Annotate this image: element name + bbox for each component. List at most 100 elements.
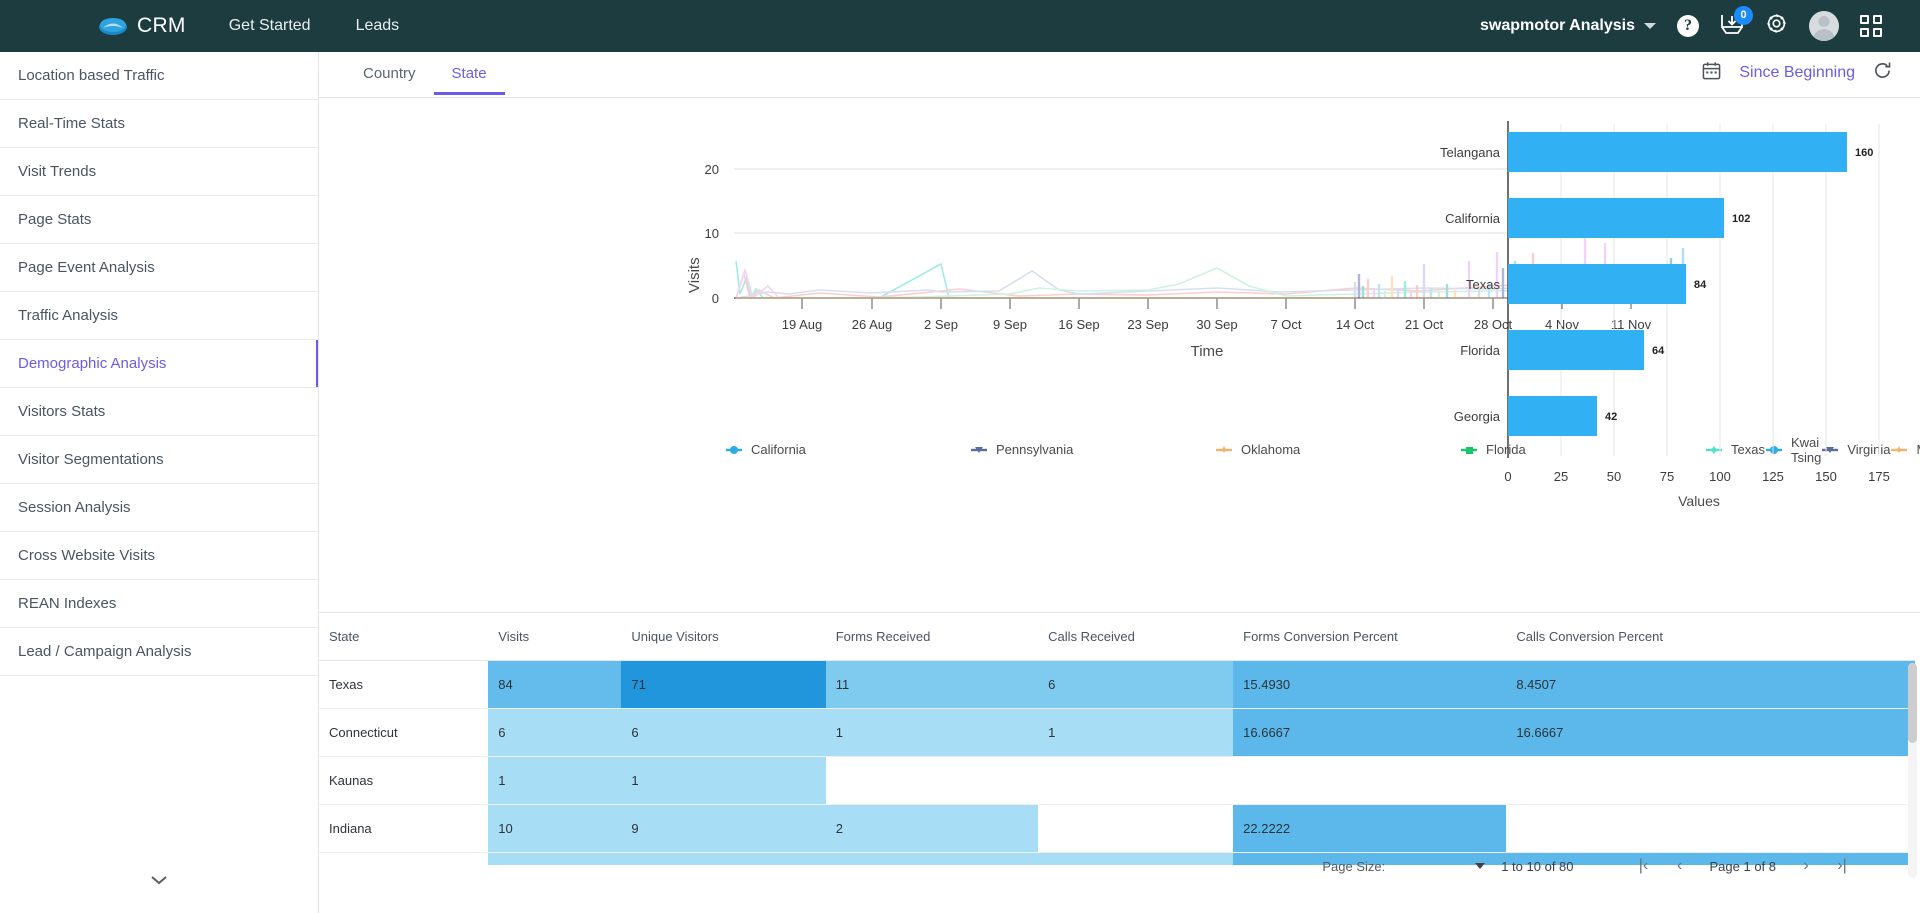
table-row[interactable]: Connecticut 6 6 1 1 16.6667 16.6667 [319,708,1915,757]
sidebar-item-traffic-analysis[interactable]: Traffic Analysis [0,292,318,340]
sidebar-item-session-analysis[interactable]: Session Analysis [0,484,318,532]
table-row[interactable]: Kaunas 1 1 [319,756,1915,805]
cell-state: Indiana [319,804,489,853]
sidebar-item-cross-website-visits[interactable]: Cross Website Visits [0,532,318,580]
sidebar-item-demographic-analysis[interactable]: Demographic Analysis [0,340,318,388]
cell-forms-received: 2 [825,804,1039,853]
workspace-name: swapmotor Analysis [1479,17,1635,34]
bar-value: 102 [1732,213,1750,225]
sidebar-item-page-event-analysis[interactable]: Page Event Analysis [0,244,318,292]
avatar[interactable] [1809,11,1839,41]
cell-calls-conversion-percent [1506,804,1915,853]
page-indicator: Page 1 of 8 [1709,858,1777,874]
app-grid-icon[interactable] [1860,15,1882,37]
sidebar-item-lead-campaign-analysis[interactable]: Lead / Campaign Analysis [0,628,318,676]
sidebar-item-label: Real-Time Stats [18,115,125,132]
prev-page-icon[interactable]: ‹ [1662,857,1698,875]
brand[interactable]: CRM [98,14,186,38]
chevron-down-icon [1644,23,1656,29]
sidebar-item-visitor-segmentations[interactable]: Visitor Segmentations [0,436,318,484]
x-tick: 2 Sep [924,317,958,332]
col-unique-visitors[interactable]: Unique Visitors [621,613,826,661]
bar-value: 160 [1855,147,1873,159]
sidebar-item-rean-indexes[interactable]: REAN Indexes [0,580,318,628]
sidebar-item-visit-trends[interactable]: Visit Trends [0,148,318,196]
page-size-select[interactable] [1395,855,1491,877]
chevron-down-icon [1475,863,1486,869]
col-forms-received[interactable]: Forms Received [825,613,1039,661]
col-visits[interactable]: Visits [488,613,622,661]
cell-forms-received: 1 [825,708,1039,757]
table-body: Texas 84 71 11 6 15.4930 8.4507 Connecti… [319,660,1915,865]
primary-nav: Get Started Leads [229,17,399,35]
next-page-icon[interactable]: › [1788,857,1824,875]
table-row[interactable]: Indiana 10 9 2 22.2222 [319,804,1915,853]
sidebar-item-label: Page Stats [18,211,92,228]
x-tick: 30 Sep [1196,317,1237,332]
sidebar-expand-button[interactable] [0,873,318,891]
cell-unique-visitors: 71 [621,660,826,709]
sidebar-item-label: Demographic Analysis [18,355,167,372]
top-navigation-bar: CRM Get Started Leads swapmotor Analysis… [0,0,1920,52]
bar-california [1508,198,1724,238]
sidebar-item-page-stats[interactable]: Page Stats [0,196,318,244]
sidebar-item-visitors-stats[interactable]: Visitors Stats [0,388,318,436]
bar-x-tick: 25 [1554,469,1568,484]
calendar-icon[interactable] [1702,61,1721,85]
sidebar-item-label: Page Event Analysis [18,259,155,276]
state-metrics-table: State Visits Unique Visitors Forms Recei… [319,612,1920,878]
sidebar-item-label: Location based Traffic [18,67,165,84]
bar-category: California [1445,211,1501,226]
cell-calls-conversion-percent: 8.4507 [1506,660,1915,709]
col-state[interactable]: State [319,613,489,661]
date-range-label[interactable]: Since Beginning [1739,64,1855,82]
refresh-icon[interactable] [1873,61,1892,85]
bar-x-tick: 100 [1709,469,1731,484]
cell-unique-visitors: 9 [621,804,826,853]
gear-icon [1765,12,1788,40]
col-calls-received[interactable]: Calls Received [1038,613,1234,661]
settings-button[interactable] [1765,12,1788,40]
sidebar-item-label: Visit Trends [18,163,97,180]
table-vertical-scrollbar[interactable] [1908,663,1917,878]
cell-visits: 6 [488,708,622,757]
legend-item[interactable]: California [725,440,970,459]
data-grid: State Visits Unique Visitors Forms Recei… [319,613,1915,865]
tab-state[interactable]: State [433,52,505,95]
help-button[interactable]: ? [1677,15,1699,37]
x-tick: 9 Sep [993,317,1027,332]
bar-chart-svg: 160 102 84 64 42 Telangana California Te… [1440,121,1890,509]
top-states-bar-chart: 160 102 84 64 42 Telangana California Te… [1440,106,1914,536]
cell-calls-conversion-percent: 16.6667 [1506,708,1915,757]
sidebar-item-real-time-stats[interactable]: Real-Time Stats [0,100,318,148]
cell-forms-received [825,756,1039,805]
scrollbar-thumb[interactable] [1908,663,1917,743]
y-tick: 10 [705,226,719,241]
cell-visits: 10 [488,804,622,853]
table-header-row: State Visits Unique Visitors Forms Recei… [319,613,1915,661]
bar-x-tick: 125 [1762,469,1784,484]
legend-item[interactable]: Pennsylvania [970,440,1215,459]
nav-link-get-started[interactable]: Get Started [229,17,311,35]
inbox-button[interactable]: 0 [1720,5,1753,40]
workspace-selector[interactable]: swapmotor Analysis [1480,17,1656,35]
sidebar-item-location-based-traffic[interactable]: Location based Traffic [0,52,318,100]
bar-telangana [1508,132,1847,172]
table-row[interactable]: Texas 84 71 11 6 15.4930 8.4507 [319,660,1915,709]
top-bar-actions: swapmotor Analysis ? 0 [1480,5,1882,41]
bar-x-tick: 0 [1504,469,1511,484]
last-page-icon[interactable]: ›| [1824,857,1860,875]
page-size-label: Page Size: [1322,858,1386,874]
cell-calls-received [1038,756,1234,805]
tab-country[interactable]: Country [345,52,434,94]
bar-value: 84 [1694,279,1707,291]
nav-link-leads[interactable]: Leads [356,17,400,35]
cell-calls-conversion-percent [1506,756,1915,805]
first-page-icon[interactable]: |‹ [1626,857,1662,875]
col-forms-conversion-percent[interactable]: Forms Conversion Percent [1233,613,1507,661]
chevron-down-icon [149,873,169,891]
legend-marker-icon [725,444,743,456]
col-calls-conversion-percent[interactable]: Calls Conversion Percent [1506,613,1915,661]
bar-x-axis-label: Values [1678,493,1720,509]
bar-x-tick: 175 [1868,469,1890,484]
